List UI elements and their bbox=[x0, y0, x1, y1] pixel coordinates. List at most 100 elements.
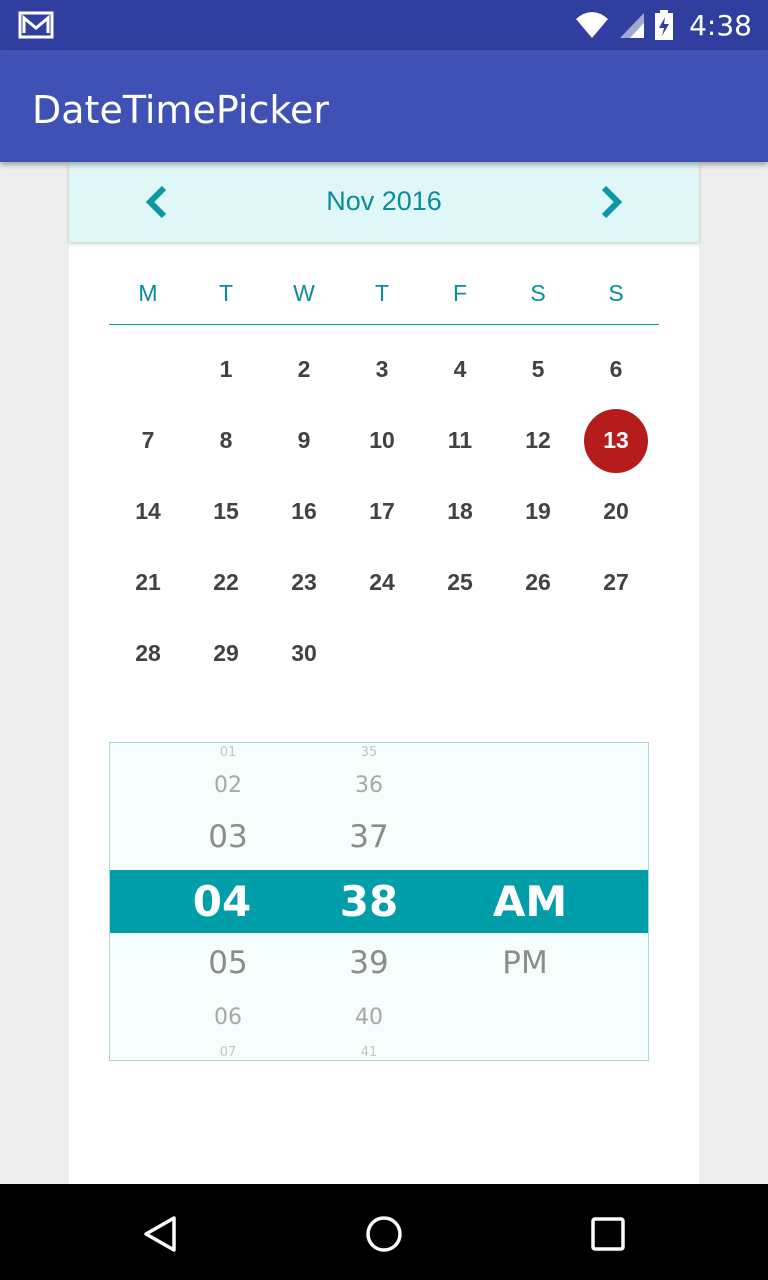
calendar-day[interactable]: 5 bbox=[499, 334, 577, 405]
calendar-day[interactable]: 21 bbox=[109, 547, 187, 618]
weekday-label: T bbox=[374, 280, 390, 306]
day-number: 5 bbox=[531, 356, 545, 382]
status-bar: 4:38 bbox=[0, 0, 768, 50]
day-number: 22 bbox=[213, 569, 239, 595]
day-number: 20 bbox=[603, 498, 629, 524]
calendar-day[interactable]: 27 bbox=[577, 547, 655, 618]
calendar-day[interactable]: 15 bbox=[187, 476, 265, 547]
calendar-day[interactable]: 22 bbox=[187, 547, 265, 618]
calendar-day[interactable]: 7 bbox=[109, 405, 187, 476]
day-grid: 1 2 3 4 5 6 7 8 9 10 11 12 13 14 15 16 17 18 19 20 21 22 23 24 2… bbox=[109, 334, 659, 689]
day-number: 10 bbox=[369, 427, 395, 453]
calendar-day[interactable]: 19 bbox=[499, 476, 577, 547]
day-number: 7 bbox=[141, 427, 155, 453]
calendar-day[interactable]: 11 bbox=[421, 405, 499, 476]
day-number: 16 bbox=[291, 498, 317, 524]
back-icon[interactable] bbox=[138, 1212, 182, 1256]
hour-option[interactable]: 06 bbox=[178, 1005, 278, 1030]
calendar-day[interactable]: 28 bbox=[109, 618, 187, 689]
day-number: 3 bbox=[375, 356, 389, 382]
minute-option[interactable]: 41 bbox=[319, 1045, 419, 1060]
battery-charging-icon bbox=[655, 10, 674, 40]
minute-option[interactable]: 35 bbox=[319, 745, 419, 760]
day-number: 29 bbox=[213, 640, 239, 666]
day-number: 19 bbox=[525, 498, 551, 524]
empty-day-cell bbox=[577, 618, 655, 689]
hour-option[interactable]: 01 bbox=[178, 745, 278, 760]
selected-minute[interactable]: 38 bbox=[319, 870, 419, 933]
day-number: 14 bbox=[135, 498, 161, 524]
calendar-day[interactable]: 16 bbox=[265, 476, 343, 547]
week-row: 14 15 16 17 18 19 20 bbox=[109, 476, 659, 547]
calendar-day[interactable]: 18 bbox=[421, 476, 499, 547]
calendar-day[interactable]: 3 bbox=[343, 334, 421, 405]
selected-day[interactable]: 13 bbox=[577, 405, 655, 476]
day-number: 18 bbox=[447, 498, 473, 524]
date-time-card: Nov 2016 M T W T F S S 1 2 3 4 5 6 7 8 9 10 11 12 13… bbox=[69, 162, 699, 1184]
calendar-day[interactable]: 6 bbox=[577, 334, 655, 405]
app-bar: DateTimePicker bbox=[0, 50, 768, 162]
weekday-header: M T W T F S S bbox=[109, 280, 659, 325]
day-number: 26 bbox=[525, 569, 551, 595]
clock: 4:38 bbox=[689, 8, 752, 42]
day-number: 24 bbox=[369, 569, 395, 595]
ampm-option[interactable]: PM bbox=[465, 945, 585, 981]
hour-option[interactable]: 02 bbox=[178, 773, 278, 798]
weekday-label: S bbox=[608, 280, 624, 306]
calendar-day[interactable]: 25 bbox=[421, 547, 499, 618]
empty-day-cell bbox=[499, 618, 577, 689]
calendar-day[interactable]: 2 bbox=[265, 334, 343, 405]
calendar-day[interactable]: 1 bbox=[187, 334, 265, 405]
calendar-day[interactable]: 4 bbox=[421, 334, 499, 405]
minute-option[interactable]: 36 bbox=[319, 773, 419, 798]
calendar-day[interactable]: 14 bbox=[109, 476, 187, 547]
minute-option[interactable]: 39 bbox=[319, 945, 419, 981]
weekday-label: T bbox=[218, 280, 234, 306]
recents-icon[interactable] bbox=[586, 1212, 630, 1256]
minute-option[interactable]: 37 bbox=[319, 819, 419, 855]
day-number: 27 bbox=[603, 569, 629, 595]
day-number: 28 bbox=[135, 640, 161, 666]
day-number: 17 bbox=[369, 498, 395, 524]
calendar-day[interactable]: 20 bbox=[577, 476, 655, 547]
hour-option[interactable]: 05 bbox=[178, 945, 278, 981]
day-number: 30 bbox=[291, 640, 317, 666]
app-title: DateTimePicker bbox=[32, 88, 330, 132]
calendar-day[interactable]: 10 bbox=[343, 405, 421, 476]
calendar-day[interactable]: 23 bbox=[265, 547, 343, 618]
calendar-day[interactable]: 12 bbox=[499, 405, 577, 476]
empty-day-cell bbox=[343, 618, 421, 689]
calendar-day[interactable]: 30 bbox=[265, 618, 343, 689]
day-number: 11 bbox=[447, 427, 473, 453]
day-number: 15 bbox=[213, 498, 239, 524]
selected-ampm[interactable]: AM bbox=[470, 870, 590, 933]
calendar-day[interactable]: 9 bbox=[265, 405, 343, 476]
signal-icon bbox=[620, 13, 645, 38]
day-number: 21 bbox=[135, 569, 161, 595]
week-row: 1 2 3 4 5 6 bbox=[109, 334, 659, 405]
calendar-day[interactable]: 29 bbox=[187, 618, 265, 689]
time-picker[interactable]: 01 02 03 05 06 07 35 36 37 39 40 41 PM 0… bbox=[109, 742, 649, 1061]
day-number: 23 bbox=[291, 569, 317, 595]
calendar-day[interactable]: 24 bbox=[343, 547, 421, 618]
hour-option[interactable]: 07 bbox=[178, 1045, 278, 1060]
selected-hour[interactable]: 04 bbox=[172, 870, 272, 933]
chevron-right-icon[interactable] bbox=[591, 182, 631, 222]
day-number: 25 bbox=[447, 569, 473, 595]
week-row: 21 22 23 24 25 26 27 bbox=[109, 547, 659, 618]
home-icon[interactable] bbox=[362, 1212, 406, 1256]
weekday-label: M bbox=[138, 280, 158, 306]
mail-icon bbox=[18, 11, 54, 39]
calendar-day[interactable]: 8 bbox=[187, 405, 265, 476]
empty-day-cell bbox=[109, 334, 187, 405]
day-number: 2 bbox=[297, 356, 311, 382]
weekday-label: S bbox=[530, 280, 546, 306]
minute-option[interactable]: 40 bbox=[319, 1005, 419, 1030]
calendar-day[interactable]: 26 bbox=[499, 547, 577, 618]
day-number: 1 bbox=[219, 356, 233, 382]
calendar-day[interactable]: 17 bbox=[343, 476, 421, 547]
hour-option[interactable]: 03 bbox=[178, 819, 278, 855]
week-row: 28 29 30 bbox=[109, 618, 659, 689]
wifi-icon bbox=[576, 12, 609, 38]
week-row: 7 8 9 10 11 12 13 bbox=[109, 405, 659, 476]
